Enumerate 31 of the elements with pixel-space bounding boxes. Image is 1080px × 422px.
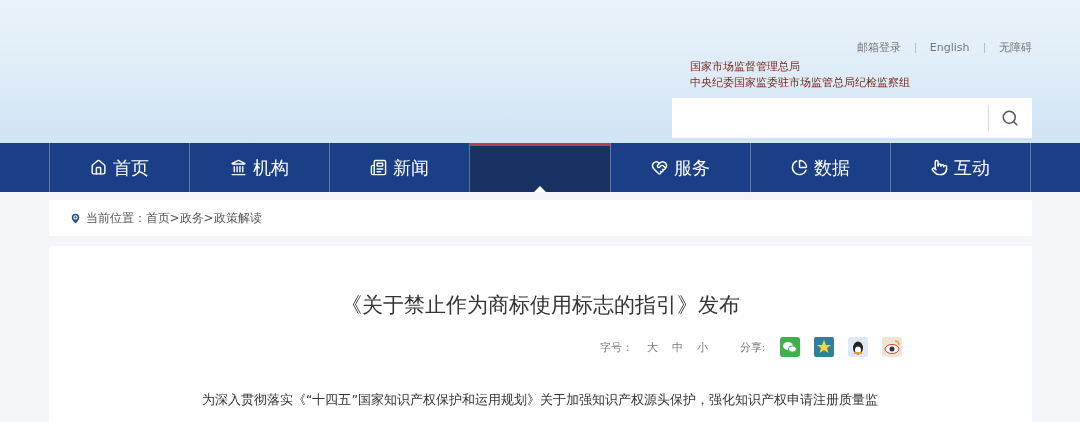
organization-name: 国家市场监督管理总局 [689,59,801,75]
font-size-option[interactable]: 中 [671,339,683,355]
breadcrumb: 当前位置：首页>政务>政策解读 [85,209,262,227]
font-size-label: 字号： [599,339,633,355]
pie-chart-icon [791,159,809,176]
wechat-share-icon[interactable] [779,337,800,357]
search-field[interactable] [671,98,1032,138]
nav-tab[interactable]: 首页 [48,143,189,192]
nav-tab[interactable]: 数据 [749,143,891,192]
font-size-option[interactable]: 小 [696,339,708,355]
nav-tab[interactable]: 机构 [188,143,330,192]
nav-tab[interactable] [469,143,610,192]
font-size-option[interactable]: 大 [646,339,658,355]
share-label: 分享: [739,339,766,355]
nav-tab[interactable]: 互动 [890,143,1032,192]
location-pin-icon [68,211,82,225]
header-link[interactable]: 无障碍 [998,40,1032,55]
star-share-icon[interactable] [813,337,834,357]
home-icon [89,159,107,176]
pointing-hand-icon [931,159,949,176]
penguin-share-icon[interactable] [847,337,868,357]
nav-tab[interactable]: 服务 [609,143,750,192]
newspaper-icon [370,159,388,176]
header-link[interactable]: English [929,41,970,54]
article-title: 《关于禁止作为商标使用标志的指引》发布 [340,292,740,319]
header-link[interactable]: 邮箱登录 [856,40,901,55]
eye-share-icon[interactable] [881,337,902,357]
organization-name: 中央纪委国家监委驻市场监管总局纪检监察组 [689,75,911,91]
bank-icon [229,159,247,176]
search-icon [1001,109,1019,127]
article-text: 为深入贯彻落实《“十四五”国家知识产权保护和运用规划》关于加强知识产权源头保护，强化知识产权申请注册质量监 [201,391,879,409]
